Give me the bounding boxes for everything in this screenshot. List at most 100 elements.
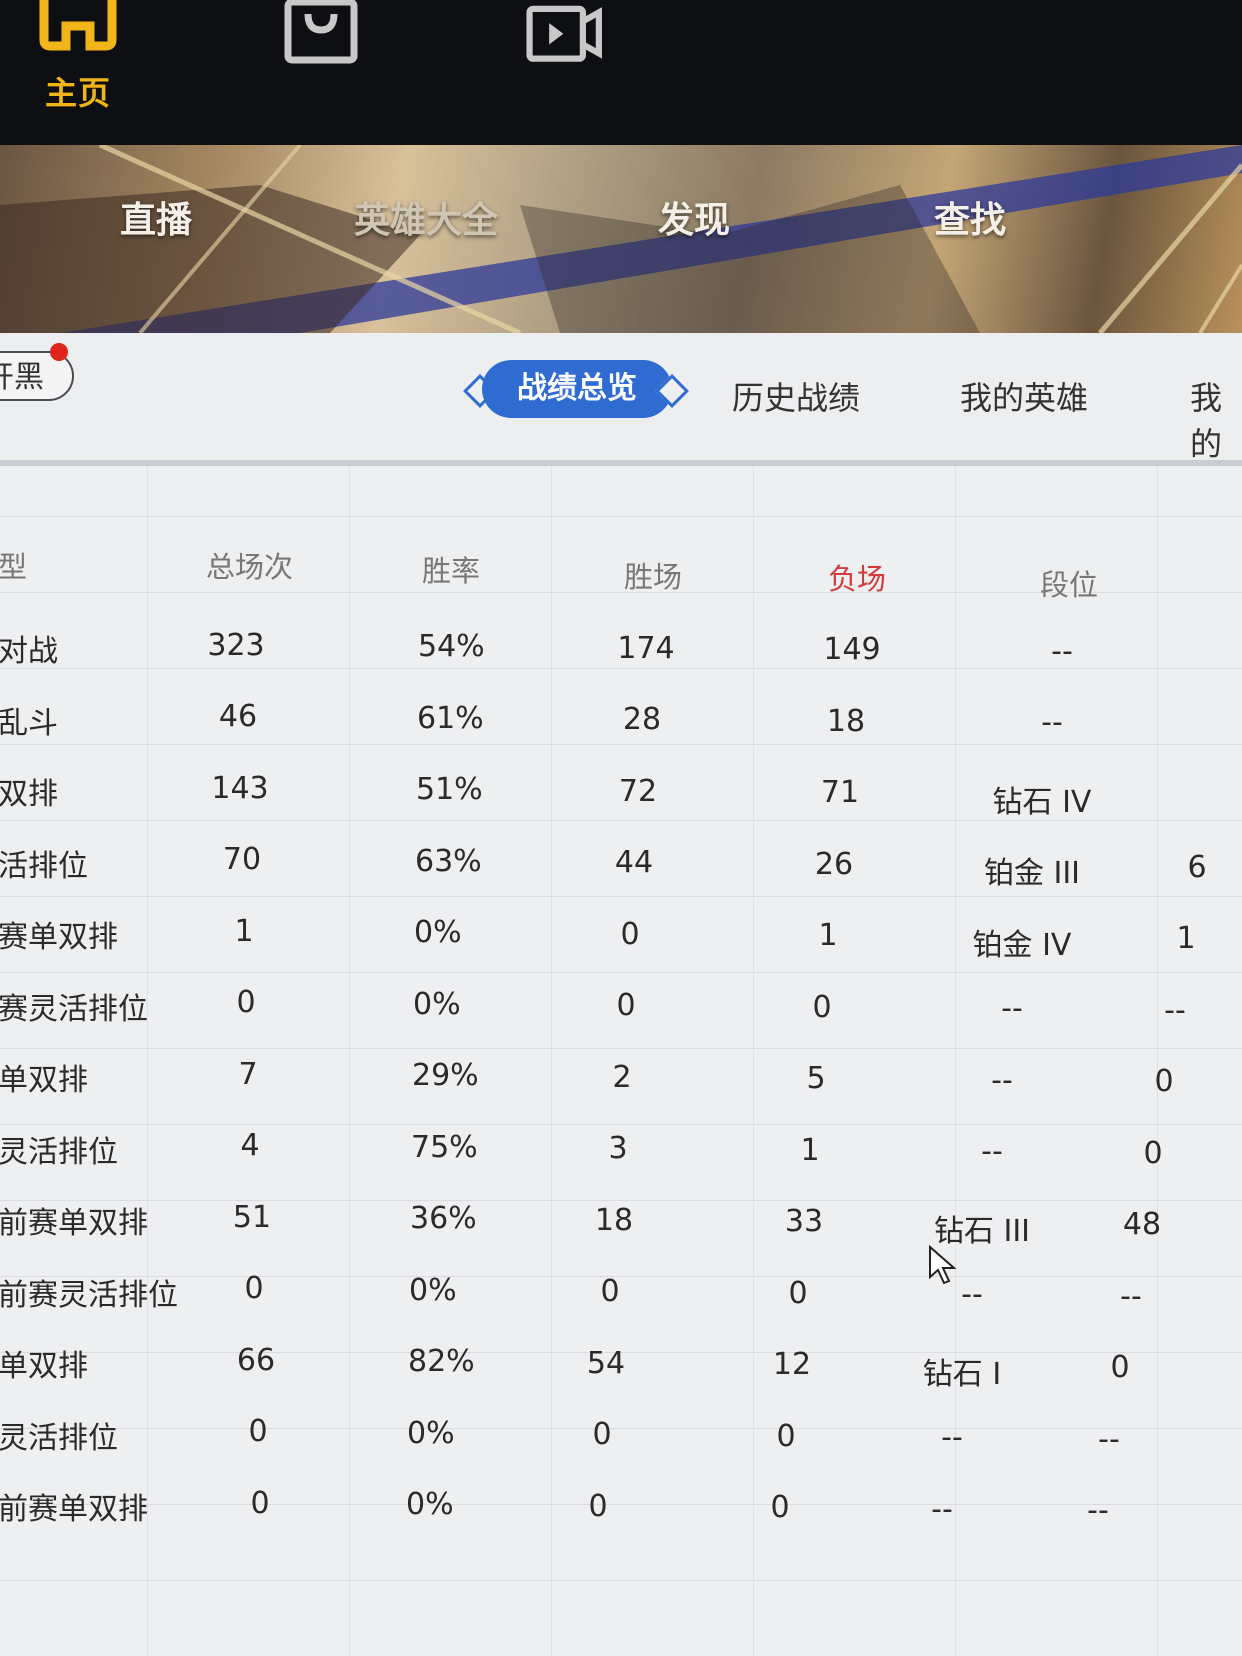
cell-extra: -- <box>1087 1493 1109 1528</box>
cell-mode: 单双排 <box>0 1349 88 1384</box>
cell-winrate: 63% <box>415 843 482 879</box>
header-mode: 型 <box>0 550 28 584</box>
cell-winrate: 0% <box>409 1272 457 1308</box>
cell-total: 51 <box>232 1199 272 1235</box>
cell-total: 1 <box>234 913 254 949</box>
cell-extra: 48 <box>1122 1207 1162 1242</box>
cell-extra: -- <box>1098 1421 1120 1457</box>
cell-total: 66 <box>236 1342 276 1378</box>
cell-wins: 0 <box>620 916 640 952</box>
cell-losses: 0 <box>776 1418 796 1454</box>
cell-total: 4 <box>240 1128 260 1163</box>
cell-mode: 灵活排位 <box>0 1134 118 1170</box>
cell-wins: 3 <box>608 1131 628 1166</box>
cell-mode: 双排 <box>0 777 58 812</box>
cell-winrate: 0% <box>414 915 462 950</box>
cell-losses: 12 <box>772 1347 812 1382</box>
cell-winrate: 0% <box>407 1415 455 1451</box>
cell-mode: 活排位 <box>0 848 88 884</box>
cell-extra: 0 <box>1143 1135 1163 1171</box>
cell-wins: 174 <box>617 630 675 666</box>
tab-search[interactable]: 查找 <box>934 191 1006 243</box>
cell-extra: 0 <box>1154 1064 1174 1099</box>
nav-item-home[interactable]: 主页 <box>38 0 118 114</box>
cell-mode: 前赛单双排 <box>0 1492 148 1527</box>
cell-losses: 5 <box>806 1061 826 1096</box>
cell-total: 0 <box>250 1485 270 1521</box>
cell-winrate: 29% <box>412 1058 479 1093</box>
cell-rank: 铂金 IV <box>972 927 1072 963</box>
cell-total: 70 <box>222 842 262 877</box>
cell-rank: -- <box>1041 705 1063 740</box>
cell-mode: 前赛单双排 <box>0 1206 148 1241</box>
notification-dot <box>50 343 68 361</box>
tab-heroes[interactable]: 英雄大全 <box>354 191 498 243</box>
cell-winrate: 36% <box>410 1201 477 1236</box>
cell-total: 46 <box>218 699 258 734</box>
cell-total: 0 <box>236 985 256 1020</box>
cell-wins: 72 <box>618 773 658 809</box>
cell-losses: 26 <box>814 846 854 882</box>
cell-winrate: 54% <box>418 629 485 664</box>
cell-wins: 18 <box>594 1202 634 1238</box>
cell-wins: 0 <box>592 1417 612 1452</box>
cell-winrate: 82% <box>408 1344 475 1379</box>
nav-item-video[interactable] <box>526 0 606 64</box>
cell-rank: 钻石 IV <box>992 784 1092 820</box>
home-icon <box>39 0 117 51</box>
cell-extra: -- <box>1164 992 1186 1028</box>
cell-losses: 0 <box>788 1275 808 1311</box>
cell-losses: 149 <box>823 632 881 667</box>
cell-total: 143 <box>211 770 269 806</box>
header-total: 总场次 <box>206 550 294 584</box>
cell-winrate: 61% <box>417 700 484 736</box>
cell-extra: 6 <box>1187 849 1207 885</box>
tab-my-more[interactable]: 我的 <box>1190 373 1242 465</box>
banner: 直播 英雄大全 发现 查找 <box>0 145 1242 333</box>
tab-my-heroes[interactable]: 我的英雄 <box>960 373 1088 419</box>
header-winrate: 胜率 <box>422 554 481 588</box>
cell-rank: -- <box>931 1491 953 1527</box>
cell-total: 0 <box>248 1414 268 1449</box>
cell-losses: 0 <box>770 1490 790 1525</box>
sub-tab-bar: 开黑 战绩总览 历史战绩 我的英雄 我的 <box>0 333 1242 463</box>
cell-mode: 单双排 <box>0 1063 88 1098</box>
top-nav-bar: 主页 <box>0 0 1242 145</box>
cell-mode: 前赛灵活排位 <box>0 1277 178 1313</box>
cell-mode: 灵活排位 <box>0 1420 118 1456</box>
cell-wins: 28 <box>622 702 662 737</box>
cell-wins: 0 <box>600 1274 620 1309</box>
cell-total: 7 <box>238 1056 258 1092</box>
cell-wins: 0 <box>616 988 636 1023</box>
cell-rank: -- <box>1001 991 1023 1026</box>
cell-wins: 0 <box>588 1488 608 1524</box>
cell-wins: 44 <box>614 845 654 880</box>
cell-losses: 71 <box>820 775 860 810</box>
cell-wins: 54 <box>586 1345 626 1381</box>
video-icon <box>526 5 602 62</box>
nav-item-shop[interactable] <box>282 0 362 64</box>
cell-winrate: 51% <box>416 772 483 807</box>
header-losses: 负场 <box>828 562 887 596</box>
cell-rank: 钻石 III <box>933 1213 1031 1249</box>
cell-winrate: 0% <box>413 986 461 1022</box>
header-rank: 段位 <box>1040 568 1099 602</box>
cell-total: 323 <box>207 627 265 663</box>
cell-rank: -- <box>1051 633 1073 669</box>
cell-winrate: 0% <box>406 1487 454 1522</box>
cell-losses: 1 <box>800 1132 820 1168</box>
tab-discover[interactable]: 发现 <box>658 191 730 243</box>
cell-rank: -- <box>991 1062 1013 1098</box>
cell-mode: 赛灵活排位 <box>0 991 148 1027</box>
cell-mode: 乱斗 <box>0 705 58 741</box>
header-wins: 胜场 <box>624 560 683 594</box>
cell-rank: 钻石 I <box>922 1356 1002 1392</box>
stats-table: 型 总场次 胜率 胜场 负场 段位 对战 323 54% 174 149 -- 乱斗 46 61… <box>0 466 1242 1656</box>
cell-mode: 对战 <box>0 634 58 669</box>
cell-winrate: 75% <box>411 1129 478 1165</box>
tab-live[interactable]: 直播 <box>120 191 192 243</box>
cell-losses: 33 <box>784 1204 824 1239</box>
tab-history[interactable]: 历史战绩 <box>732 373 860 419</box>
tab-overview[interactable]: 战绩总览 <box>482 360 672 418</box>
cell-rank: -- <box>961 1277 983 1312</box>
